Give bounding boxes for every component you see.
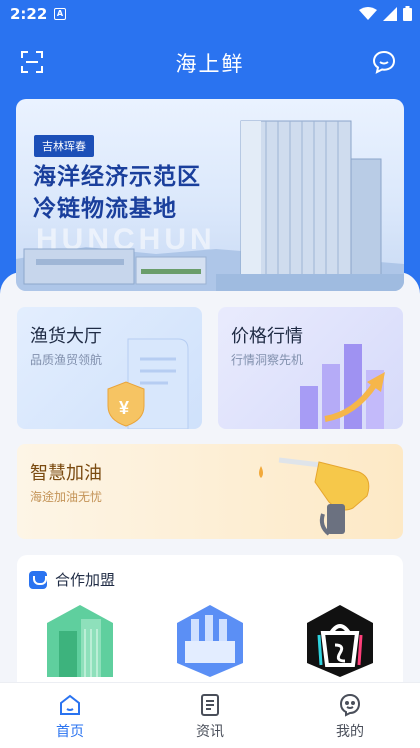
title-bar: 海上鲜 <box>0 38 420 86</box>
banner-headline-2: 冷链物流基地 <box>33 196 177 222</box>
tab-profile-label: 我的 <box>336 724 364 740</box>
handshake-icon <box>29 570 47 589</box>
fuel-title: 智慧加油 <box>30 463 102 484</box>
bottom-tab-bar: 首页 资讯 我的 <box>0 682 420 748</box>
svg-text:¥: ¥ <box>119 398 129 418</box>
bag-logo[interactable] <box>305 605 375 677</box>
price-card[interactable]: 价格行情 行情洞察先机 <box>218 307 403 429</box>
wifi-icon <box>359 6 377 20</box>
tab-news[interactable]: 资讯 <box>140 683 280 748</box>
news-icon <box>201 694 219 716</box>
banner-tag: 吉林珲春 <box>34 135 94 157</box>
fuel-card[interactable]: 智慧加油 海途加油无忧 <box>17 444 403 539</box>
message-icon[interactable] <box>372 50 396 74</box>
status-bar: 2:22 A <box>0 0 420 30</box>
price-subtitle: 行情洞察先机 <box>231 353 304 367</box>
tab-news-label: 资讯 <box>196 724 224 740</box>
signal-icon <box>383 6 397 21</box>
cooperation-header: 合作加盟 <box>29 569 115 590</box>
notification-icon: A <box>54 8 66 20</box>
receipt-coin-icon: ¥ <box>107 338 189 429</box>
system-icons <box>359 6 412 21</box>
building-logo[interactable] <box>45 605 115 677</box>
cooperation-section: 合作加盟 <box>17 555 403 695</box>
home-icon <box>60 694 80 715</box>
factory-logo[interactable] <box>175 605 245 677</box>
tab-home[interactable]: 首页 <box>0 683 140 748</box>
page-title: 海上鲜 <box>175 52 245 76</box>
tab-home-label: 首页 <box>56 724 84 740</box>
battery-icon <box>403 6 412 21</box>
price-title: 价格行情 <box>231 326 303 347</box>
banner-headline-1: 海洋经济示范区 <box>33 164 201 190</box>
promo-banner[interactable]: HUNCHUN 吉林珲春 海洋经济示范区 冷链物流基地 <box>16 99 404 291</box>
fish-hall-card[interactable]: 渔货大厅 品质渔贸领航 ¥ <box>17 307 202 429</box>
profile-icon <box>339 693 361 717</box>
status-time: 2:22 <box>10 5 48 23</box>
fuel-nozzle-icon <box>259 457 370 536</box>
tab-profile[interactable]: 我的 <box>280 683 420 748</box>
bar-chart-icon <box>300 344 385 429</box>
cooperation-title: 合作加盟 <box>55 571 116 589</box>
fuel-subtitle: 海途加油无忧 <box>30 490 103 504</box>
